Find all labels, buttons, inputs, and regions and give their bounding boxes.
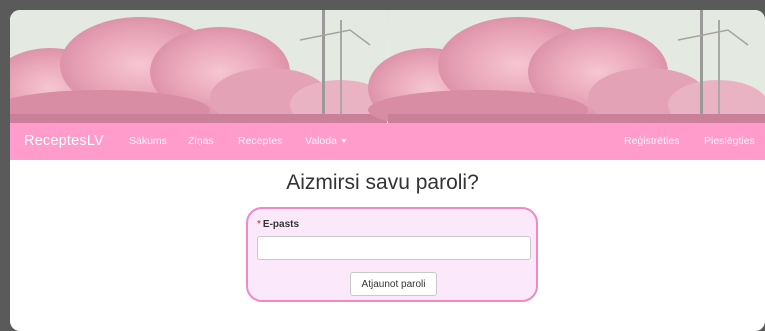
email-label-text: E-pasts [262,219,300,230]
language-label: Valoda [305,135,337,147]
email-field-label: * E-pasts [257,219,299,230]
nav-link-login[interactable]: Pieslēgties [704,123,755,160]
nav-link-home[interactable]: Sākums [129,123,167,160]
header-banner-image [10,10,765,123]
email-field[interactable] [257,236,531,260]
nav-link-recipes[interactable]: Receptes [238,123,282,160]
forgot-password-form: * E-pasts Atjaunot paroli [246,207,538,302]
reset-password-button[interactable]: Atjaunot paroli [350,272,437,296]
browser-viewport: ReceptesLV Sākums Ziņas Receptes Valoda … [10,10,765,331]
brand-link[interactable]: ReceptesLV [24,123,104,160]
required-marker: * [257,219,261,230]
nav-dropdown-language[interactable]: Valoda [305,123,347,160]
page-title: Aizmirsi savu paroli? [286,171,479,194]
main-navbar: ReceptesLV Sākums Ziņas Receptes Valoda … [10,123,765,160]
nav-link-register[interactable]: Reģistrēties [624,123,679,160]
caret-down-icon [340,139,347,144]
nav-link-news[interactable]: Ziņas [188,123,214,160]
